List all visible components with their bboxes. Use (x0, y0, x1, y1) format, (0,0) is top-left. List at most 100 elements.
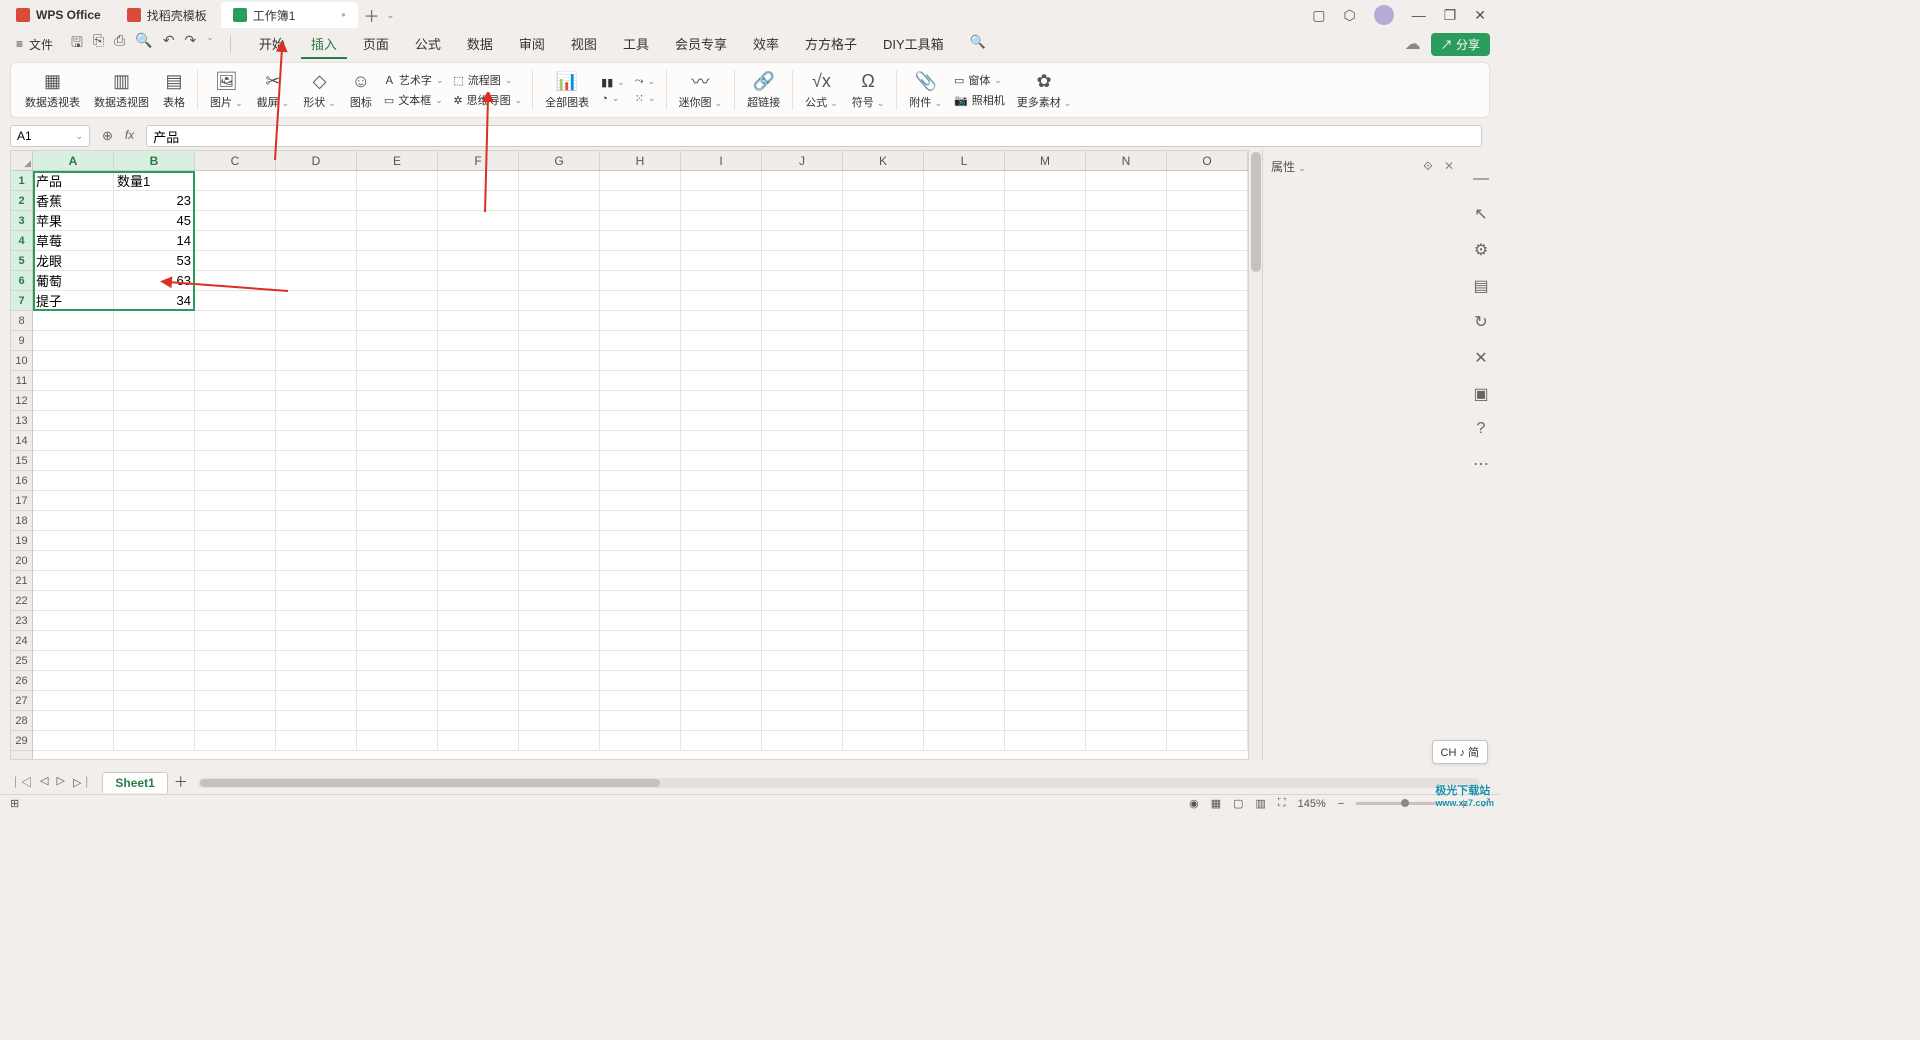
ribbon-attachment[interactable]: 📎附件 ⌄ (903, 70, 948, 110)
ribbon-pivot-chart[interactable]: ▥数据透视图 (88, 70, 155, 110)
template-icon[interactable]: ▣ (1473, 384, 1488, 404)
cell[interactable] (114, 491, 195, 511)
cell[interactable] (681, 511, 762, 531)
cell[interactable]: 数量1 (114, 171, 195, 191)
cell[interactable] (1167, 291, 1248, 311)
cell[interactable] (1005, 511, 1086, 531)
col-header-F[interactable]: F (438, 151, 519, 170)
cell[interactable] (1005, 671, 1086, 691)
cell[interactable] (114, 691, 195, 711)
vertical-scrollbar[interactable] (1248, 150, 1262, 760)
cell[interactable] (276, 531, 357, 551)
new-tab-button[interactable]: ＋ (360, 3, 384, 27)
cell[interactable] (195, 371, 276, 391)
cell[interactable] (1086, 531, 1167, 551)
cell[interactable] (519, 711, 600, 731)
ime-indicator[interactable]: CH ♪ 简 (1432, 740, 1489, 764)
cell[interactable] (1005, 691, 1086, 711)
cell[interactable] (924, 391, 1005, 411)
sheet-last-icon[interactable]: ▷｜ (73, 774, 92, 790)
tab-tools[interactable]: 工具 (613, 30, 659, 59)
cell[interactable] (519, 311, 600, 331)
cell[interactable] (1086, 511, 1167, 531)
cell[interactable] (438, 331, 519, 351)
cell[interactable] (114, 471, 195, 491)
cell[interactable] (843, 331, 924, 351)
row-header-15[interactable]: 15 (11, 451, 32, 471)
row-header-25[interactable]: 25 (11, 651, 32, 671)
cell[interactable] (195, 591, 276, 611)
cell[interactable] (438, 371, 519, 391)
cell[interactable] (924, 451, 1005, 471)
cell[interactable] (519, 611, 600, 631)
cell[interactable] (438, 211, 519, 231)
cell[interactable]: 龙眼 (33, 251, 114, 271)
cell[interactable] (843, 571, 924, 591)
cell[interactable] (357, 531, 438, 551)
cell[interactable] (438, 271, 519, 291)
cell[interactable] (600, 391, 681, 411)
cell[interactable] (924, 411, 1005, 431)
cell[interactable]: 63 (114, 271, 195, 291)
cell[interactable] (1005, 391, 1086, 411)
cell[interactable] (681, 631, 762, 651)
cell[interactable] (195, 271, 276, 291)
cell[interactable] (924, 371, 1005, 391)
cell[interactable]: 苹果 (33, 211, 114, 231)
grid-icon[interactable]: ▦ (1211, 797, 1221, 810)
cell[interactable] (438, 651, 519, 671)
row-header-3[interactable]: 3 (11, 211, 32, 231)
cell[interactable] (357, 611, 438, 631)
cell[interactable] (1005, 211, 1086, 231)
cell[interactable] (357, 291, 438, 311)
cell[interactable] (438, 551, 519, 571)
cells-area[interactable]: 产品数量1香蕉23苹果45草莓14龙眼53葡萄63提子34 (33, 171, 1248, 759)
ribbon-symbol[interactable]: Ω符号 ⌄ (846, 70, 891, 110)
cell[interactable] (438, 491, 519, 511)
cell[interactable] (519, 391, 600, 411)
cell[interactable] (357, 571, 438, 591)
cell[interactable] (357, 171, 438, 191)
row-header-2[interactable]: 2 (11, 191, 32, 211)
cell[interactable] (276, 391, 357, 411)
sheet-tab-active[interactable]: Sheet1 (102, 772, 167, 793)
cell[interactable] (1086, 191, 1167, 211)
cell[interactable] (519, 651, 600, 671)
tab-wps-office[interactable]: WPS Office (4, 2, 113, 28)
cell[interactable] (276, 291, 357, 311)
cell[interactable] (762, 391, 843, 411)
cell[interactable] (843, 711, 924, 731)
cell[interactable] (600, 251, 681, 271)
cell[interactable] (195, 731, 276, 751)
cell[interactable] (276, 331, 357, 351)
cell[interactable] (114, 331, 195, 351)
sheet-first-icon[interactable]: ｜◁ (10, 774, 32, 790)
cell[interactable] (1005, 611, 1086, 631)
cell[interactable] (276, 651, 357, 671)
cell[interactable] (33, 411, 114, 431)
cell[interactable] (438, 391, 519, 411)
cell[interactable] (762, 231, 843, 251)
cell[interactable] (681, 191, 762, 211)
cell[interactable] (681, 711, 762, 731)
cell[interactable] (681, 251, 762, 271)
cell[interactable] (357, 231, 438, 251)
cell[interactable] (1086, 691, 1167, 711)
ribbon-shape[interactable]: ◇形状 ⌄ (297, 70, 342, 110)
ribbon-equation[interactable]: √x公式 ⌄ (799, 70, 844, 110)
cell[interactable] (762, 711, 843, 731)
cell[interactable] (924, 291, 1005, 311)
spreadsheet-grid[interactable]: ◢ ABCDEFGHIJKLMNO 1234567891011121314151… (10, 150, 1248, 760)
cell[interactable] (600, 491, 681, 511)
cell[interactable] (600, 351, 681, 371)
cell[interactable] (681, 291, 762, 311)
cell[interactable] (1005, 531, 1086, 551)
cell[interactable] (1005, 191, 1086, 211)
cell[interactable] (195, 511, 276, 531)
cell[interactable] (195, 531, 276, 551)
cell[interactable] (843, 231, 924, 251)
cell[interactable] (519, 291, 600, 311)
collapse-icon[interactable]: — (1473, 170, 1489, 188)
tab-diy[interactable]: DIY工具箱 (873, 30, 954, 59)
cell[interactable] (924, 511, 1005, 531)
